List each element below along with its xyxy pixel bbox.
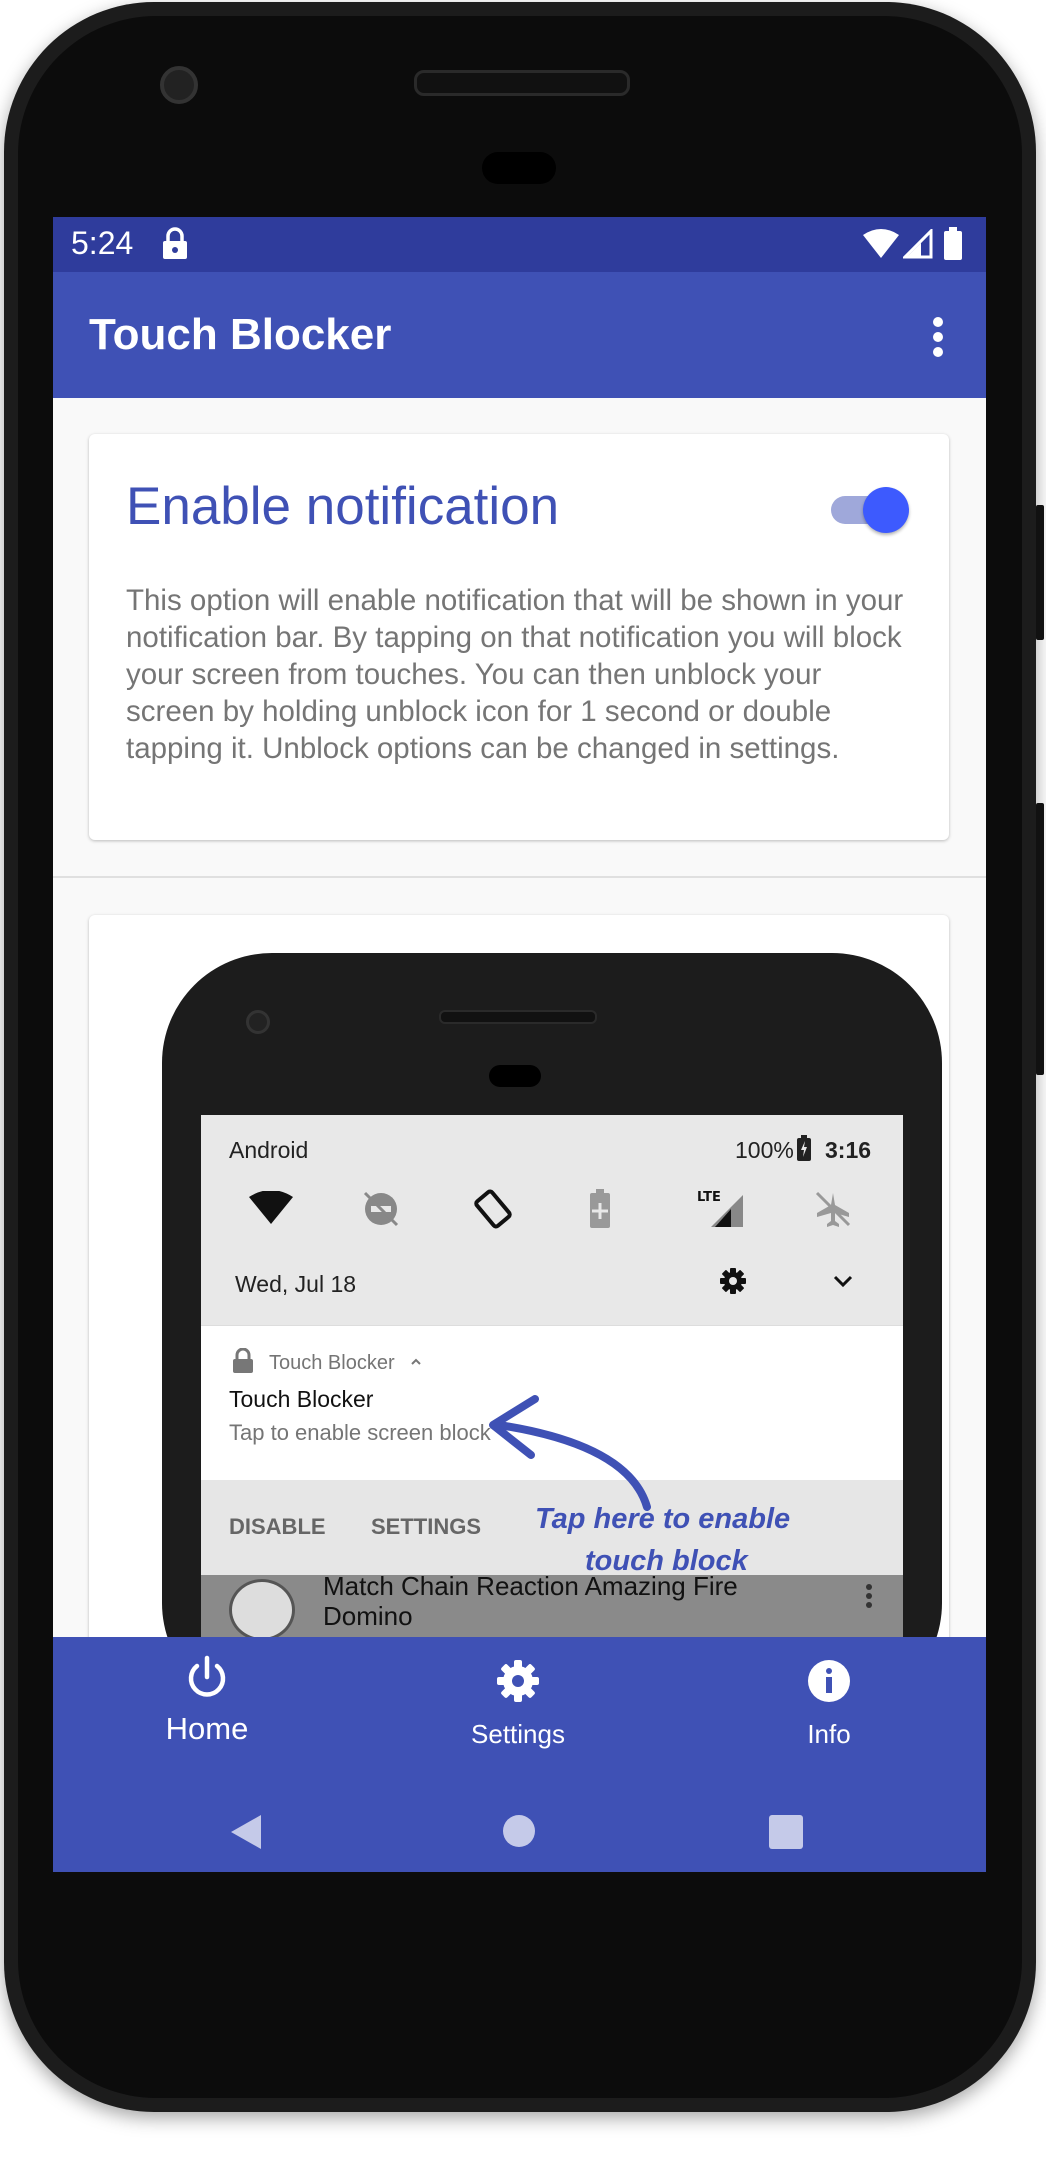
qs-airplane-icon [813, 1189, 853, 1234]
enable-notification-card: Enable notification This option will ena… [89, 434, 949, 840]
screen: 5:24 Touch Blocker Enable notification T… [53, 217, 986, 1872]
illustration-earpiece [439, 1010, 597, 1024]
illustration-battery-icon [797, 1135, 811, 1166]
wifi-icon [863, 229, 899, 264]
home-circle-icon[interactable] [502, 1814, 536, 1853]
app-bar: Touch Blocker [53, 272, 986, 398]
qs-wifi-icon [249, 1190, 293, 1230]
nav-home-label: Home [165, 1711, 249, 1746]
qs-settings-gear-icon [719, 1267, 747, 1300]
back-icon[interactable] [229, 1813, 263, 1856]
divider [53, 876, 986, 878]
overflow-menu-icon[interactable] [923, 312, 953, 362]
notification-caret-icon [409, 1354, 423, 1372]
illustration-sensor [489, 1065, 541, 1087]
power-button [1036, 505, 1044, 640]
notification-lock-icon [231, 1347, 255, 1379]
volume-button [1036, 803, 1044, 1075]
illustration-carrier: Android [229, 1137, 309, 1163]
app-title: Touch Blocker [89, 310, 392, 359]
qs-battery-saver-icon [589, 1189, 611, 1234]
svg-text:LTE: LTE [697, 1190, 721, 1205]
notification-app-name: Touch Blocker [269, 1352, 395, 1374]
notification-disable-action: DISABLE [229, 1514, 326, 1539]
info-icon [807, 1659, 851, 1708]
earpiece [414, 70, 630, 96]
cell-signal-icon [901, 227, 933, 264]
qs-dnd-icon [361, 1189, 401, 1234]
status-bar: 5:24 [53, 217, 986, 272]
power-icon [184, 1655, 230, 1706]
front-camera [160, 66, 198, 104]
notification-title: Touch Blocker [229, 1386, 374, 1412]
illustration-card: Android 100% 3:16 LTE Wed, Jul 18 Touch … [89, 915, 949, 1675]
toggle-thumb [863, 487, 909, 533]
list-item-thumbnail [229, 1579, 295, 1641]
notification-text: Tap to enable screen block [229, 1420, 491, 1445]
list-item-text-2: Domino [323, 1601, 413, 1631]
card-title: Enable notification [126, 477, 560, 536]
nav-info-label: Info [807, 1719, 851, 1749]
illustration-date: Wed, Jul 18 [235, 1271, 357, 1297]
nav-home[interactable]: Home [107, 1637, 307, 1767]
illustration-time: 3:16 [825, 1137, 872, 1163]
illustration-camera [246, 1010, 270, 1034]
annotation-text-line1: Tap here to enable [535, 1503, 791, 1535]
bottom-navigation: Home Settings Info [53, 1637, 986, 1872]
nav-info[interactable]: Info [729, 1637, 929, 1767]
card-description: This option will enable notification tha… [126, 584, 904, 765]
list-item-overflow-icon [865, 1583, 873, 1614]
annotation-arrow-icon [489, 1395, 651, 1511]
status-time: 5:24 [71, 225, 134, 261]
nav-settings[interactable]: Settings [418, 1637, 618, 1767]
qs-rotate-icon [471, 1187, 515, 1236]
qs-mobile-data-icon: LTE [697, 1187, 745, 1236]
annotation-text-line2: touch block [585, 1545, 748, 1577]
notification-toggle[interactable] [829, 484, 909, 534]
content-area: Enable notification This option will ena… [53, 398, 986, 1675]
nav-settings-label: Settings [471, 1719, 565, 1749]
battery-icon [943, 227, 963, 266]
qs-expand-chevron-icon [831, 1271, 855, 1296]
settings-gear-icon [496, 1659, 540, 1708]
recents-square-icon[interactable] [769, 1815, 803, 1854]
illustration-battery-text: 100% [735, 1137, 794, 1163]
lock-icon [161, 227, 189, 266]
proximity-sensor [482, 152, 556, 184]
notification-settings-action: SETTINGS [371, 1514, 482, 1539]
